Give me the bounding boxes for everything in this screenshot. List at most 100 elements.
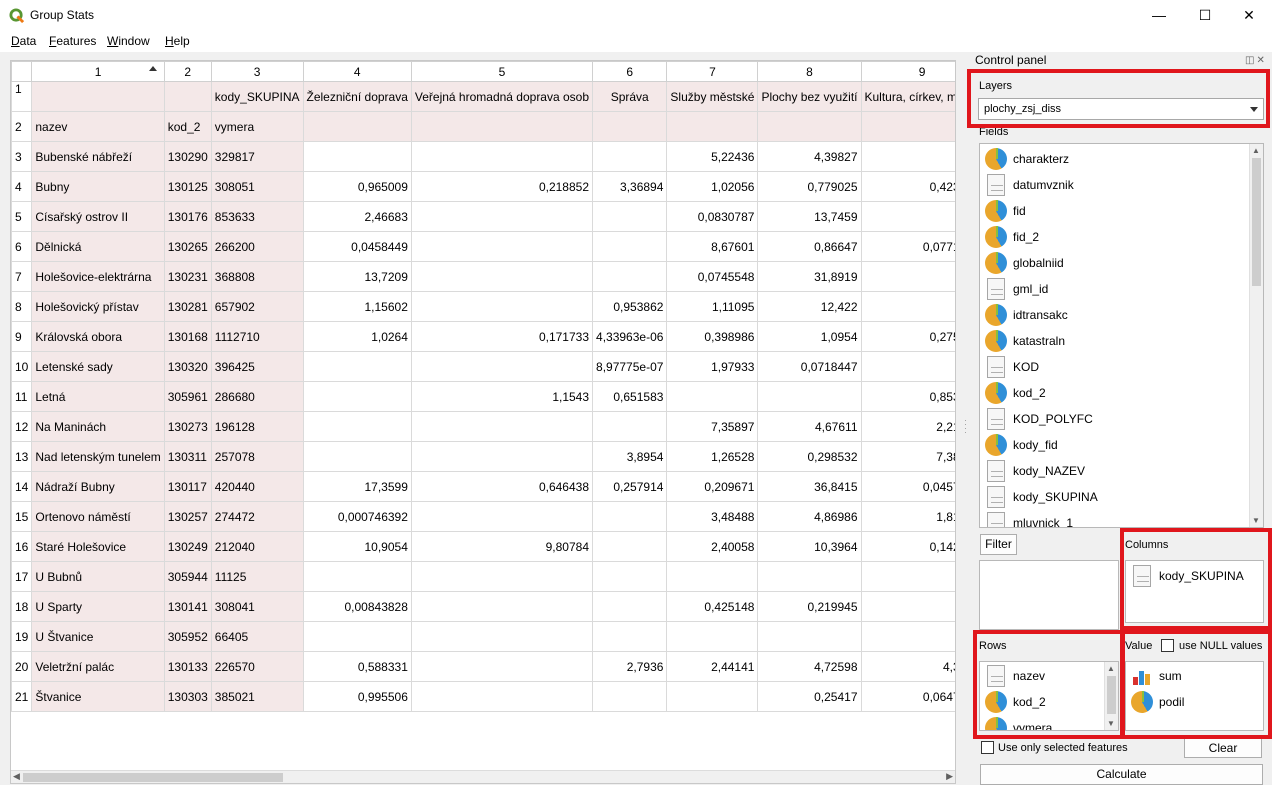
- table-cell[interactable]: 7,35897: [666, 411, 759, 442]
- fields-scrollbar[interactable]: ▲ ▼: [1249, 144, 1263, 527]
- table-cell[interactable]: 130231: [163, 261, 212, 292]
- table-cell[interactable]: Na Maninách: [31, 411, 165, 442]
- table-cell[interactable]: Královská obora: [31, 321, 165, 352]
- table-cell[interactable]: 130273: [163, 411, 212, 442]
- table-cell[interactable]: [410, 501, 594, 532]
- table-cell[interactable]: [666, 561, 759, 592]
- table-cell[interactable]: [302, 381, 412, 412]
- table-cell[interactable]: 420440: [210, 471, 304, 502]
- table-cell[interactable]: 1,0954: [757, 321, 862, 352]
- table-cell[interactable]: [302, 141, 412, 172]
- table-cell[interactable]: 130265: [163, 231, 212, 262]
- table-cell[interactable]: [592, 201, 668, 232]
- table-cell[interactable]: 308041: [210, 591, 304, 622]
- fields-scroll-thumb[interactable]: [1252, 158, 1261, 286]
- table-cell[interactable]: 853633: [210, 201, 304, 232]
- table-cell[interactable]: 0,965009: [302, 171, 412, 202]
- row-number[interactable]: 11: [11, 381, 33, 412]
- table-cell[interactable]: Staré Holešovice: [31, 531, 165, 562]
- table-cell[interactable]: [31, 81, 165, 112]
- table-cell[interactable]: [163, 81, 212, 112]
- table-cell[interactable]: 0,853687: [860, 381, 955, 412]
- table-cell[interactable]: 12,422: [757, 291, 862, 322]
- scroll-up-icon[interactable]: ▲: [1252, 146, 1260, 155]
- table-cell[interactable]: 0,00843828: [302, 591, 412, 622]
- table-cell[interactable]: 8,67601: [666, 231, 759, 262]
- table-cell[interactable]: 3,36894: [592, 171, 668, 202]
- table-cell[interactable]: [410, 621, 594, 652]
- row-number[interactable]: 6: [11, 231, 33, 262]
- table-cell[interactable]: 4,86986: [757, 501, 862, 532]
- table-cell[interactable]: 10,9054: [302, 531, 412, 562]
- table-cell[interactable]: 5,22436: [666, 141, 759, 172]
- table-cell[interactable]: 0,0458449: [302, 231, 412, 262]
- list-item[interactable]: datumvznik: [985, 173, 1235, 197]
- table-cell[interactable]: [302, 441, 412, 472]
- table-cell[interactable]: 305944: [163, 561, 212, 592]
- fields-list[interactable]: mluvnick_1 kody_SKUPINA kody_NAZEV kody_fid…: [979, 143, 1264, 528]
- table-cell[interactable]: 0,0830787: [666, 201, 759, 232]
- table-cell[interactable]: 308051: [210, 171, 304, 202]
- table-cell[interactable]: [592, 531, 668, 562]
- table-cell[interactable]: [592, 681, 668, 712]
- table-cell[interactable]: 0,209671: [666, 471, 759, 502]
- table-cell[interactable]: [666, 111, 759, 142]
- table-cell[interactable]: 130176: [163, 201, 212, 232]
- table-cell[interactable]: [592, 141, 668, 172]
- table-row[interactable]: 18 U Sparty 130141 308041 0,00843828 0,425148…: [11, 591, 955, 622]
- table-cell[interactable]: 1112710: [210, 321, 304, 352]
- table-cell[interactable]: Letenské sady: [31, 351, 165, 382]
- table-cell[interactable]: [860, 111, 955, 142]
- table-cell[interactable]: [410, 441, 594, 472]
- row-number[interactable]: 2: [11, 111, 33, 142]
- list-item[interactable]: gml_id: [985, 277, 1235, 301]
- list-item[interactable]: kody_SKUPINA: [985, 485, 1235, 509]
- splitter-handle[interactable]: · · · ·: [964, 416, 967, 437]
- table-cell[interactable]: [302, 411, 412, 442]
- table-cell[interactable]: 13,7459: [757, 201, 862, 232]
- table-cell[interactable]: 0,171733: [410, 321, 594, 352]
- filter-button[interactable]: Filter: [980, 534, 1017, 555]
- table-cell[interactable]: 329817: [210, 141, 304, 172]
- table-cell[interactable]: [860, 561, 955, 592]
- list-item[interactable]: kod_2: [985, 381, 1235, 405]
- table-cell[interactable]: [592, 411, 668, 442]
- row-number[interactable]: 1: [11, 81, 33, 112]
- table-cell[interactable]: Štvanice: [31, 681, 165, 712]
- row-number[interactable]: 15: [11, 501, 33, 532]
- table-cell[interactable]: 257078: [210, 441, 304, 472]
- table-cell[interactable]: [592, 261, 668, 292]
- table-cell[interactable]: Ortenovo náměstí: [31, 501, 165, 532]
- table-row[interactable]: 20 Veletržní palác 130133 226570 0,588331 2,7…: [11, 651, 955, 682]
- table-row[interactable]: 9 Královská obora 130168 1112710 1,0264 0,171…: [11, 321, 955, 352]
- sort-ascending-icon[interactable]: [149, 66, 157, 71]
- table-cell[interactable]: U Bubnů: [31, 561, 165, 592]
- table-row[interactable]: 4 Bubny 130125 308051 0,965009 0,218852 3,3689…: [11, 171, 955, 202]
- table-cell[interactable]: U Štvanice: [31, 621, 165, 652]
- table-cell[interactable]: [302, 351, 412, 382]
- table-row[interactable]: 21 Štvanice 130303 385021 0,995506 0,25417 0,0…: [11, 681, 955, 712]
- table-cell[interactable]: 3,48488: [666, 501, 759, 532]
- row-number[interactable]: 20: [11, 651, 33, 682]
- table-cell[interactable]: [860, 591, 955, 622]
- table-cell[interactable]: 1,81821: [860, 501, 955, 532]
- menu-data[interactable]: Data: [11, 34, 36, 48]
- corner-cell[interactable]: [11, 61, 33, 82]
- table-cell[interactable]: 396425: [210, 351, 304, 382]
- table-cell[interactable]: [302, 111, 412, 142]
- table-cell[interactable]: 2,21077: [860, 411, 955, 442]
- row-number[interactable]: 16: [11, 531, 33, 562]
- table-cell[interactable]: 0,000746392: [302, 501, 412, 532]
- table-row[interactable]: 3 Bubenské nábřeží 130290 329817 5,22436 4,39…: [11, 141, 955, 172]
- table-row[interactable]: 1 kody_SKUPINA Železniční doprava Veřejná h…: [11, 81, 955, 112]
- menu-help[interactable]: Help: [165, 34, 190, 48]
- list-item[interactable]: idtransakc: [985, 303, 1235, 327]
- table-row[interactable]: 15 Ortenovo náměstí 130257 274472 0,00074639…: [11, 501, 955, 532]
- table-cell[interactable]: 36,8415: [757, 471, 862, 502]
- table-cell[interactable]: 13,7209: [302, 261, 412, 292]
- table-cell[interactable]: Nad letenským tunelem: [31, 441, 165, 472]
- list-item[interactable]: fid: [985, 199, 1235, 223]
- row-number[interactable]: 8: [11, 291, 33, 322]
- table-row[interactable]: 11Letná305961286680 1,15430,651583 0,85368…: [11, 381, 955, 412]
- table-cell[interactable]: [860, 351, 955, 382]
